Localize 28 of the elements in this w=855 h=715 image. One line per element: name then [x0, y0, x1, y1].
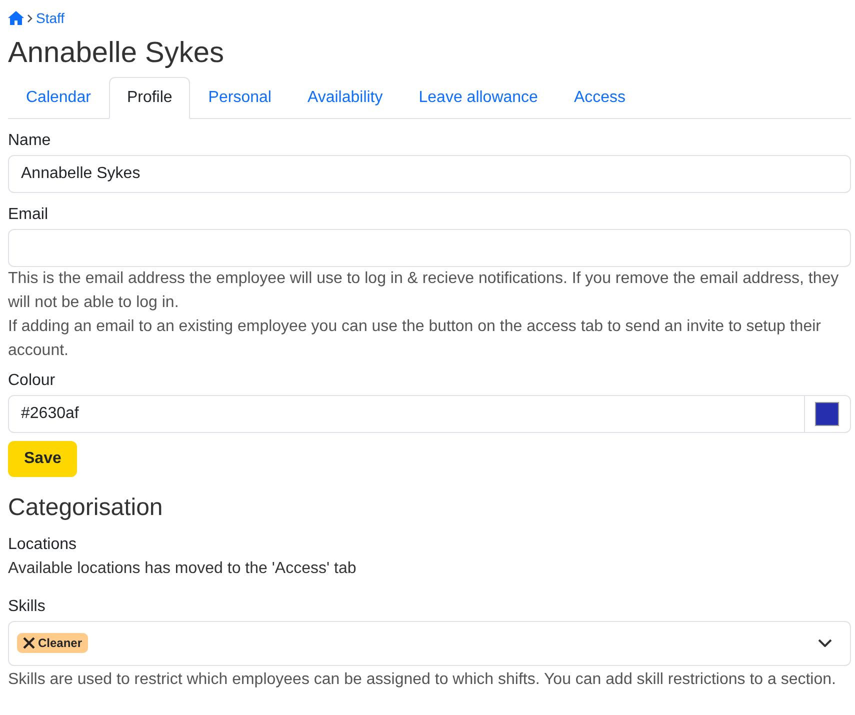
field-label: Colour: [8, 370, 56, 391]
help-text: If adding an email to an existing employee you can use the button on the access tab to send an invite to setup their account.: [8, 316, 822, 361]
page-title: Annabelle Sykes: [8, 36, 226, 71]
tab[interactable]: Availability: [289, 76, 401, 119]
help-text: Skills are used to restrict which employees can be assigned to which shifts. You can add skill restrictions to a section.: [8, 670, 837, 690]
home-icon[interactable]: [8, 11, 24, 25]
field-label: Name: [8, 130, 52, 151]
field-label: Skills: [8, 596, 46, 617]
colour-picker[interactable]: [804, 394, 851, 433]
section-heading: Categorisation: [8, 492, 164, 523]
chevron-right-icon: [27, 14, 33, 22]
name-field[interactable]: Annabelle Sykes: [8, 154, 851, 193]
tab[interactable]: Calendar: [8, 76, 109, 119]
colour-field[interactable]: #2630af: [8, 394, 805, 433]
email-field[interactable]: [8, 228, 851, 267]
field-label: Locations: [8, 534, 78, 555]
info-text: Available locations has moved to the 'Access' tab: [8, 558, 358, 579]
breadcrumb-link[interactable]: Staff: [36, 10, 65, 26]
tab[interactable]: Profile: [108, 76, 190, 119]
tab[interactable]: Access: [556, 76, 644, 119]
field-label: Email: [8, 204, 50, 225]
help-text: This is the email address the employee will use to log in & recieve notifications. If you remove the email address, they will not be able to log in.: [8, 268, 840, 313]
chevron-down-icon: [818, 639, 832, 648]
tab[interactable]: Personal: [190, 76, 290, 119]
skills-select[interactable]: Cleaner: [8, 620, 851, 666]
tab[interactable]: Leave allowance: [400, 76, 556, 119]
save-button[interactable]: Save: [8, 440, 78, 477]
skill-tag: Cleaner: [17, 633, 88, 654]
